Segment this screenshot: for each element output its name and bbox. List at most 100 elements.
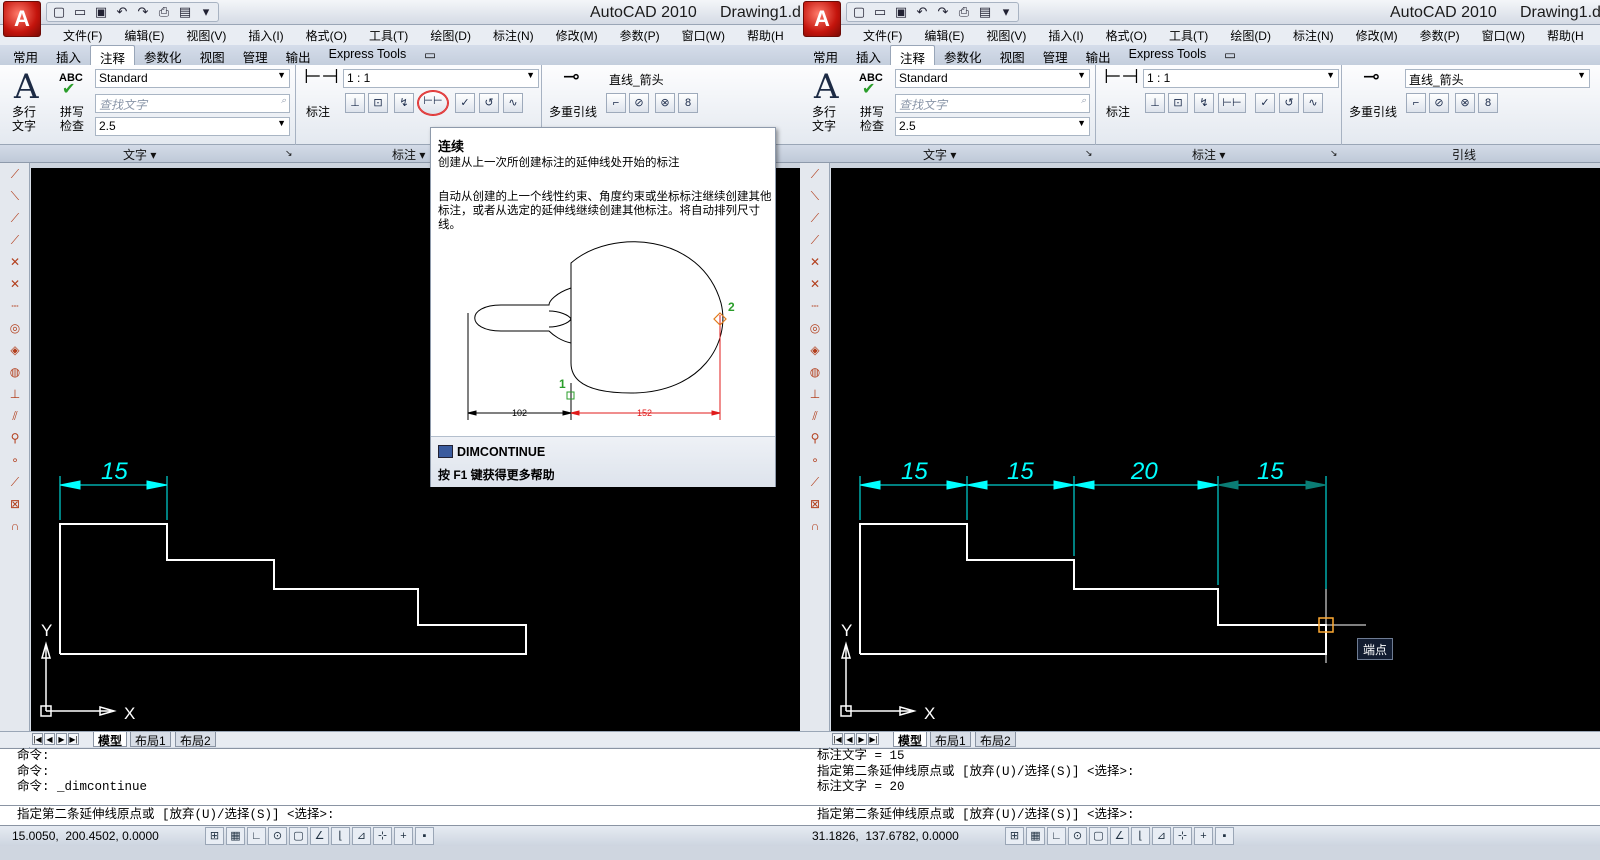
text-height-select[interactable]: 2.5 ▼ (95, 117, 290, 136)
arc-tool-icon[interactable]: ✕ (3, 274, 27, 295)
magnet-tool-icon[interactable]: ∩ (3, 516, 27, 537)
publish-icon[interactable]: ▤ (175, 3, 195, 21)
dim-update-icon[interactable]: ↺ (479, 93, 499, 113)
tab-parametric[interactable]: 参数化 (935, 45, 991, 65)
collect-leader-icon[interactable]: 8 (678, 93, 698, 113)
block-tool-icon[interactable]: ⚲ (803, 428, 827, 449)
leader-style-select[interactable]: 直线_箭头 ▼ (1405, 69, 1590, 88)
hatch-tool-icon[interactable]: ⫽ (803, 406, 827, 427)
menu-format[interactable]: 格式(O) (295, 25, 358, 45)
grid-display-icon[interactable]: ▦ (1026, 827, 1045, 845)
multileader-icon[interactable]: ⊸ (563, 67, 580, 87)
dialog-launcher-icon[interactable]: ↘ (1085, 148, 1093, 159)
dim-jog-icon[interactable]: ∿ (503, 93, 523, 113)
dim-continue-icon[interactable]: ⊢⊢ (1218, 93, 1246, 113)
selection-cycling-icon[interactable]: ▪ (1215, 827, 1234, 845)
spell-check-label-1[interactable]: 拼写 (860, 106, 884, 119)
dim-inspect-icon[interactable]: ✓ (1255, 93, 1275, 113)
multiline-text-label-1[interactable]: 多行 (812, 106, 836, 119)
drawing-canvas[interactable]: 15 15 20 15 X Y 端点 (831, 168, 1600, 731)
tab-home[interactable]: 常用 (804, 45, 847, 65)
spline-tool-icon[interactable]: ◍ (3, 362, 27, 383)
application-menu-button[interactable]: A (803, 1, 841, 37)
publish-icon[interactable]: ▤ (975, 3, 995, 21)
tab-express-tools[interactable]: Express Tools (1120, 45, 1216, 65)
menu-dimension[interactable]: 标注(N) (482, 25, 545, 45)
last-layout-icon[interactable]: ▶| (68, 733, 79, 745)
print-icon[interactable]: ⎙ (154, 3, 174, 21)
multileader-label[interactable]: 多重引线 (1349, 106, 1397, 119)
save-icon[interactable]: ▣ (891, 3, 911, 21)
dimension-icon[interactable]: ⊢⊣ (304, 67, 339, 87)
first-layout-icon[interactable]: |◀ (832, 733, 843, 745)
menu-view[interactable]: 视图(V) (175, 25, 237, 45)
quick-properties-icon[interactable]: + (1194, 827, 1213, 845)
region-tool-icon[interactable]: ⊠ (803, 494, 827, 515)
qat-dropdown-icon[interactable]: ▾ (996, 3, 1016, 21)
undo-icon[interactable]: ↶ (912, 3, 932, 21)
dynamic-input-icon[interactable]: ⊿ (1152, 827, 1171, 845)
line-tool-icon[interactable]: ⟋ (803, 164, 827, 185)
panel-dimension-title[interactable]: 标注 ▾ (392, 146, 425, 163)
find-icon[interactable]: ⌕ (1081, 95, 1086, 106)
new-icon[interactable]: ▢ (849, 3, 869, 21)
remove-leader-icon[interactable]: ⊘ (629, 93, 649, 113)
dynamic-input-icon[interactable]: ⊿ (352, 827, 371, 845)
menu-parametric[interactable]: 参数(P) (609, 25, 671, 45)
object-snap-icon[interactable]: ▢ (1089, 827, 1108, 845)
tab-layout1[interactable]: 布局1 (130, 732, 171, 748)
new-icon[interactable]: ▢ (49, 3, 69, 21)
tab-layout1[interactable]: 布局1 (930, 732, 971, 748)
dim-linear-icon[interactable]: ⊥ (345, 93, 365, 113)
text-style-select[interactable]: Standard ▼ (95, 69, 290, 88)
quick-properties-icon[interactable]: + (394, 827, 413, 845)
multiline-text-icon[interactable]: A (814, 67, 839, 107)
dim-quick-icon[interactable]: ↯ (394, 93, 414, 113)
multiline-text-label-1[interactable]: 多行 (12, 106, 36, 119)
first-layout-icon[interactable]: |◀ (32, 733, 43, 745)
menu-modify[interactable]: 修改(M) (545, 25, 609, 45)
panel-leader-title[interactable]: 引线 (1452, 146, 1476, 163)
point-tool-icon[interactable]: ∘ (803, 450, 827, 471)
menu-view[interactable]: 视图(V) (975, 25, 1037, 45)
dimension-scale-select[interactable]: 1 : 1 ▼ (1143, 69, 1339, 88)
dim-inspect-icon[interactable]: ✓ (455, 93, 475, 113)
panel-text-title[interactable]: 文字 ▾ (923, 146, 956, 163)
panel-dimension-title[interactable]: 标注 ▾ (1192, 146, 1225, 163)
menu-insert[interactable]: 插入(I) (237, 25, 294, 45)
dialog-launcher-icon[interactable]: ↘ (285, 148, 293, 159)
polygon-tool-icon[interactable]: ⟋ (3, 230, 27, 251)
dim-aligned-icon[interactable]: ⊡ (1168, 93, 1188, 113)
print-icon[interactable]: ⎙ (954, 3, 974, 21)
qat-dropdown-icon[interactable]: ▾ (196, 3, 216, 21)
menu-parametric[interactable]: 参数(P) (1409, 25, 1471, 45)
multiline-text-label-2[interactable]: 文字 (12, 120, 36, 133)
tab-insert[interactable]: 插入 (47, 45, 90, 65)
align-leader-icon[interactable]: ⊗ (1455, 93, 1475, 113)
dimension-icon[interactable]: ⊢⊣ (1104, 67, 1139, 87)
menu-edit[interactable]: 编辑(E) (113, 25, 175, 45)
snap-mode-icon[interactable]: ⊞ (205, 827, 224, 845)
magnet-tool-icon[interactable]: ∩ (803, 516, 827, 537)
collect-leader-icon[interactable]: 8 (1478, 93, 1498, 113)
object-snap-tracking-icon[interactable]: ∠ (1110, 827, 1129, 845)
circle-tool-icon[interactable]: ◎ (3, 318, 27, 339)
text-height-select[interactable]: 2.5 ▼ (895, 117, 1090, 136)
leader-style-select[interactable]: 直线_箭头 (605, 69, 790, 88)
tab-output[interactable]: 输出 (1077, 45, 1120, 65)
revcloud-tool-icon[interactable]: ◈ (803, 340, 827, 361)
menu-file[interactable]: 文件(F) (52, 25, 113, 45)
remove-leader-icon[interactable]: ⊘ (1429, 93, 1449, 113)
ribbon-minimize-icon[interactable]: ▭ (415, 45, 445, 65)
multileader-icon[interactable]: ⊸ (1363, 67, 1380, 87)
spell-check-label-2[interactable]: 检查 (860, 120, 884, 133)
dialog-launcher-icon[interactable]: ↘ (1330, 148, 1338, 159)
menu-insert[interactable]: 插入(I) (1037, 25, 1094, 45)
line-tool-icon[interactable]: ⟋ (3, 164, 27, 185)
tab-model[interactable]: 模型 (893, 732, 928, 748)
ortho-mode-icon[interactable]: ∟ (247, 827, 266, 845)
next-layout-icon[interactable]: ▶ (56, 733, 67, 745)
dynamic-ucs-icon[interactable]: ⌊ (331, 827, 350, 845)
multiline-text-icon[interactable]: A (14, 67, 39, 107)
undo-icon[interactable]: ↶ (112, 3, 132, 21)
